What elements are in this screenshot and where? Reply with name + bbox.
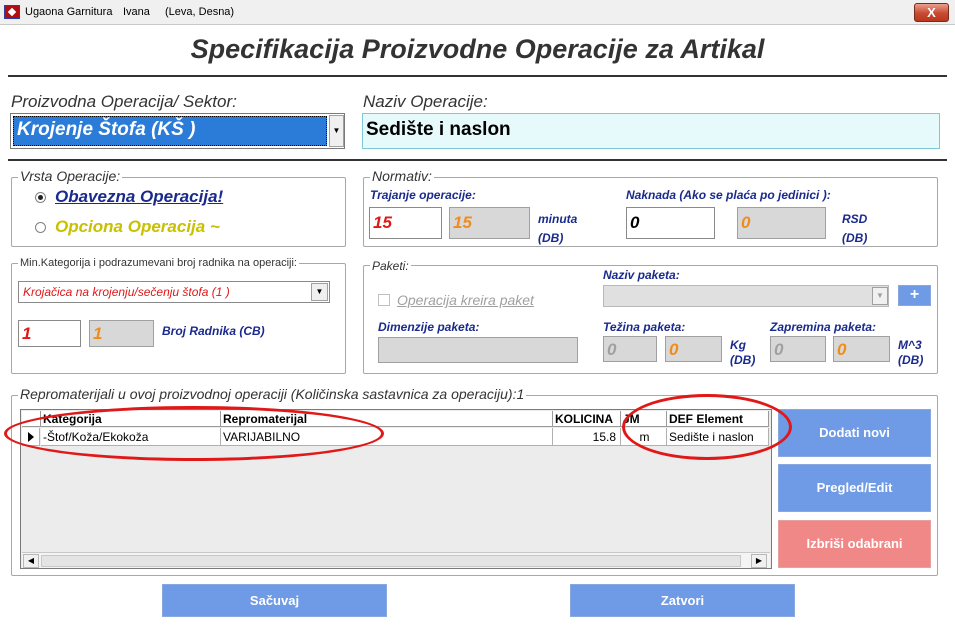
page-title: Specifikacija Proizvodne Operacije za Ar… [190, 34, 765, 64]
optional-radio-label[interactable]: Opciona Operacija ~ [55, 217, 220, 237]
norm-legend: Normativ: [370, 168, 434, 184]
creates-package-label: Operacija kreira paket [397, 292, 534, 308]
duration-db-field: 15 [449, 207, 530, 239]
package-weight-label: Težina paketa: [603, 320, 686, 334]
fee-field[interactable]: 0 [626, 207, 715, 239]
package-volume-label: Zapremina paketa: [770, 320, 877, 334]
horizontal-scrollbar[interactable]: ◀ ▶ [22, 552, 770, 568]
creates-package-checkbox[interactable] [378, 294, 390, 306]
operation-label: Proizvodna Operacija/ Sektor: [11, 92, 237, 111]
operation-select[interactable]: Krojenje Štofa (KŠ ) ▼ [10, 113, 345, 149]
package-volume-db-label: (DB) [898, 353, 924, 367]
chevron-down-icon[interactable]: ▼ [872, 287, 888, 305]
worker-count-db-field: 1 [89, 320, 154, 347]
package-volume-field[interactable]: 0 [770, 336, 826, 362]
window-title-variant: (Leva, Desna) [165, 6, 235, 18]
add-new-button[interactable]: Dodati novi [778, 409, 931, 457]
table-cell[interactable]: -Štof/Koža/Ekokoža [41, 428, 221, 446]
column-header-def-element[interactable]: DEF Element [667, 411, 769, 427]
duration-field[interactable]: 15 [369, 207, 442, 239]
window-title: Ugaona Garnitura [25, 6, 113, 18]
review-edit-button[interactable]: Pregled/Edit [778, 464, 931, 512]
chevron-down-icon[interactable]: ▼ [329, 115, 344, 147]
scroll-right-icon[interactable]: ▶ [751, 554, 767, 568]
fee-label: Naknada (Ako se plaća po jedinici ): [626, 188, 831, 202]
mandatory-radio-label[interactable]: Obavezna Operacija! [55, 187, 223, 207]
operation-type-legend: Vrsta Operacije: [18, 168, 123, 184]
fee-currency-label: RSD [842, 212, 868, 226]
package-volume-unit: M^3 [898, 338, 922, 352]
column-header-unit[interactable]: JM [621, 411, 667, 427]
duration-label: Trajanje operacije: [370, 188, 476, 202]
column-header-quantity[interactable]: KOLICINA [553, 411, 621, 427]
scroll-thumb[interactable] [41, 555, 741, 567]
add-package-button[interactable]: + [898, 285, 931, 306]
operation-name-field[interactable]: Sedište i naslon [362, 113, 940, 149]
workers-legend: Min.Kategorija i podrazumevani broj radn… [18, 257, 299, 269]
worker-category-select[interactable]: Krojačica na krojenju/sečenju štofa (1 )… [18, 281, 330, 303]
fee-db-field: 0 [737, 207, 826, 239]
duration-unit-label: minuta [538, 212, 578, 226]
table-cell[interactable]: VARIJABILNO [221, 428, 553, 446]
close-window-button[interactable]: X [914, 3, 949, 22]
worker-count-field[interactable]: 1 [18, 320, 81, 347]
operation-name-label: Naziv Operacije: [363, 92, 488, 111]
table-cell[interactable]: 15.8 [553, 428, 621, 446]
divider [8, 75, 947, 77]
workers-group: Min.Kategorija i podrazumevani broj radn… [11, 257, 346, 374]
mandatory-radio[interactable] [35, 192, 46, 203]
duration-db-label: (DB) [538, 231, 564, 245]
packages-legend: Paketi: [370, 259, 411, 273]
save-button[interactable]: Sačuvaj [162, 584, 387, 617]
window-title-user: Ivana [123, 6, 150, 18]
fee-db-label: (DB) [842, 231, 868, 245]
delete-selected-button[interactable]: Izbriši odabrani [778, 520, 931, 568]
operation-type-group: Vrsta Operacije: Obavezna Operacija! Opc… [11, 168, 346, 247]
column-header-material[interactable]: Repromaterijal [221, 411, 553, 427]
worker-category-value: Krojačica na krojenju/sečenju štofa (1 ) [23, 285, 230, 299]
title-bar: Ugaona Garnitura Ivana (Leva, Desna) X [0, 0, 955, 25]
divider [8, 159, 947, 161]
column-header-category[interactable]: Kategorija [41, 411, 221, 427]
main-window: Ugaona Garnitura Ivana (Leva, Desna) X S… [0, 0, 955, 635]
package-name-select[interactable]: ▼ [603, 285, 889, 307]
scroll-left-icon[interactable]: ◀ [23, 554, 39, 568]
close-button[interactable]: Zatvori [570, 584, 795, 617]
operation-select-value: Krojenje Štofa (KŠ ) [13, 116, 327, 146]
package-weight-db-field: 0 [665, 336, 722, 362]
worker-count-label: Broj Radnika (CB) [162, 324, 265, 338]
package-weight-unit: Kg [730, 338, 746, 352]
chevron-down-icon[interactable]: ▼ [311, 283, 328, 301]
optional-radio[interactable] [35, 222, 46, 233]
app-icon [4, 5, 20, 19]
package-volume-db-field: 0 [833, 336, 890, 362]
table-cell[interactable]: Sedište i naslon [667, 428, 769, 446]
package-name-label: Naziv paketa: [603, 268, 680, 282]
package-weight-db-label: (DB) [730, 353, 756, 367]
materials-table: Kategorija Repromaterijal KOLICINA JM DE… [20, 409, 772, 569]
materials-legend: Repromaterijali u ovoj proizvodnoj opera… [18, 386, 527, 402]
package-weight-field[interactable]: 0 [603, 336, 657, 362]
table-cell[interactable]: m [621, 428, 667, 446]
package-dim-field[interactable] [378, 337, 578, 363]
row-selector-icon[interactable] [22, 428, 40, 446]
table-header-corner [22, 411, 41, 427]
package-dim-label: Dimenzije paketa: [378, 320, 480, 334]
